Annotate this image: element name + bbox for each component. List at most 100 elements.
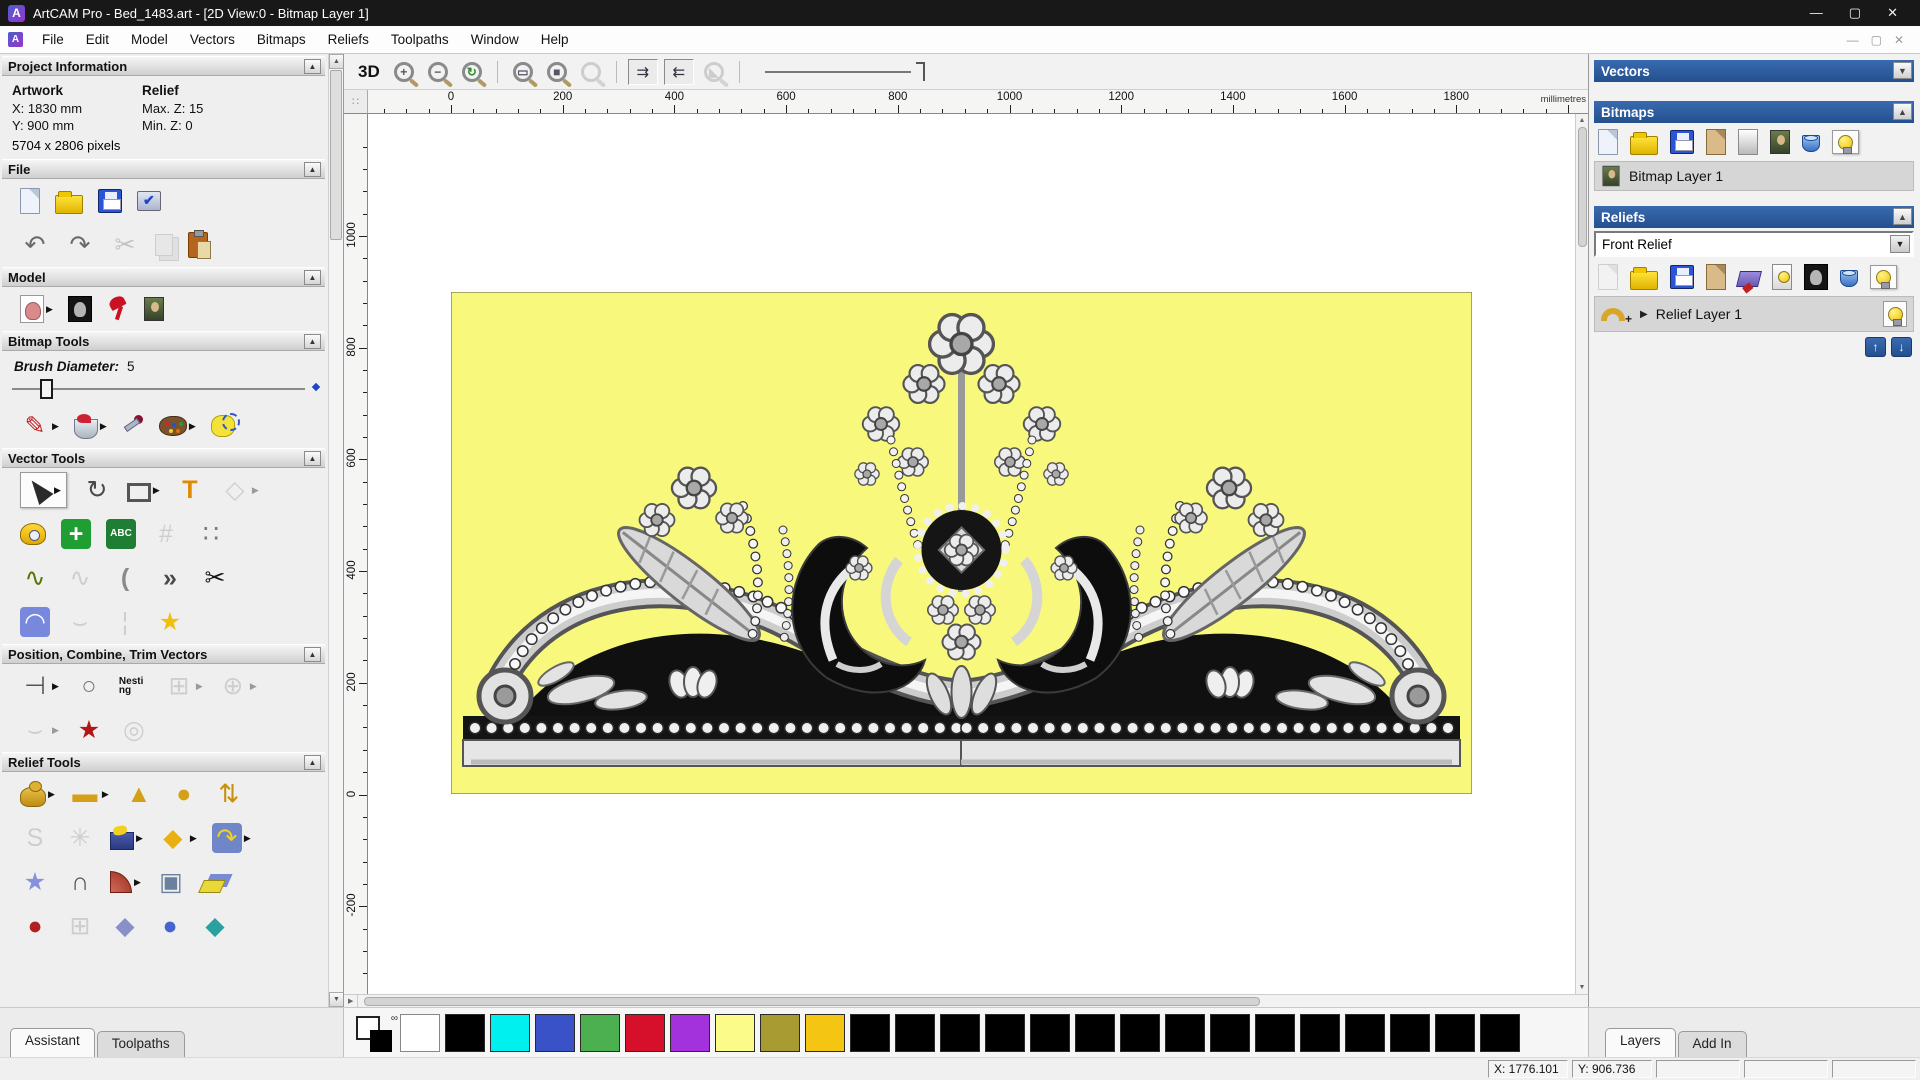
fit-vectors-to-curves[interactable]: ★ <box>74 715 104 745</box>
preview-magnifier[interactable]: ◣ <box>703 61 724 82</box>
maximize-button[interactable]: ▢ <box>1849 5 1861 21</box>
colour-swatch[interactable] <box>1390 1013 1430 1052</box>
paste-in-centre[interactable]: + <box>61 519 91 550</box>
colour-swatch[interactable] <box>1030 1013 1070 1052</box>
save-relief-layer[interactable] <box>1670 265 1694 289</box>
save-bitmap-layer[interactable] <box>1670 130 1694 154</box>
select-vectors[interactable]: ▶ <box>20 472 67 509</box>
merge-bitmap-layers[interactable] <box>1706 129 1726 155</box>
rollup-button[interactable]: ▲ <box>304 451 321 467</box>
menu-item-edit[interactable]: Edit <box>75 28 120 51</box>
flyout-arrow-icon[interactable]: ▶ <box>136 833 143 844</box>
zoom-in[interactable]: + <box>393 61 414 82</box>
fillet-curves[interactable]: ⌣ <box>65 607 95 637</box>
colour-swatch[interactable] <box>715 1013 755 1052</box>
flyout-arrow-icon[interactable]: ▶ <box>102 789 109 800</box>
relief-layer-stack[interactable] <box>1736 267 1762 287</box>
rollup-button[interactable]: ▲ <box>304 755 321 771</box>
colour-swatch[interactable] <box>535 1013 575 1052</box>
create-arc[interactable]: ( <box>110 563 140 593</box>
undo[interactable]: ↶ <box>20 230 50 260</box>
weld-vectors[interactable]: ⊕ ▶ <box>218 671 256 701</box>
flyout-arrow-icon[interactable]: ▶ <box>52 421 59 432</box>
envelope-distort[interactable]: # <box>151 519 181 549</box>
add-bitmap-layer[interactable] <box>1770 130 1790 154</box>
star-relief[interactable]: ★ <box>20 867 50 897</box>
tab-layers[interactable]: Layers <box>1605 1028 1676 1057</box>
measure-tool[interactable] <box>20 523 46 546</box>
mirror-vectors[interactable]: » <box>155 563 185 593</box>
expand-relief-layer-icon[interactable]: ▶ <box>1640 309 1648 320</box>
menu-item-reliefs[interactable]: Reliefs <box>317 28 380 51</box>
zero-plane[interactable]: ▬ ▶ <box>70 779 109 809</box>
move-layer-up-button[interactable]: ↑ <box>1865 337 1886 357</box>
collapse-bitmaps-button[interactable]: ▲ <box>1893 103 1912 120</box>
paste[interactable] <box>188 230 211 260</box>
create-polyline[interactable]: ∿ <box>20 563 50 593</box>
new-model[interactable] <box>20 188 40 215</box>
paste-along-curve[interactable]: ∷ <box>196 519 226 549</box>
blue-relief-tool[interactable]: ◆ <box>110 911 140 941</box>
assistant-scrollbar[interactable]: ▲ ▼ <box>328 54 343 1007</box>
text-on-curve[interactable]: ○ <box>74 671 104 701</box>
scroll-thumb[interactable] <box>1577 127 1587 247</box>
add-bridge[interactable]: ∩ <box>65 867 95 897</box>
vector-doctor[interactable]: ✂ <box>200 563 230 593</box>
create-rectangle[interactable]: ▶ <box>126 479 160 502</box>
sculpting[interactable]: S <box>20 823 50 853</box>
lighting-setup[interactable] <box>107 296 129 322</box>
flyout-arrow-icon[interactable]: ▶ <box>48 789 55 800</box>
flyout-arrow-icon[interactable]: ▶ <box>153 485 160 496</box>
menu-item-file[interactable]: File <box>31 28 75 51</box>
rollup-button[interactable]: ▲ <box>304 59 321 74</box>
emboss-relief[interactable]: ▣ <box>156 867 186 897</box>
red-relief-tool[interactable]: ● <box>20 911 50 941</box>
zoom-slider[interactable] <box>764 60 925 84</box>
slider-handle[interactable] <box>40 379 53 400</box>
colour-swatch[interactable] <box>490 1013 530 1052</box>
text-in-a-box[interactable]: ABC <box>106 519 136 550</box>
relief-preview[interactable] <box>1772 264 1792 290</box>
scroll-up-arrow[interactable]: ▲ <box>1579 114 1586 127</box>
zoom-selected[interactable] <box>580 61 601 82</box>
free-sketch[interactable]: ∿ <box>65 563 95 593</box>
offset-relief[interactable]: ▶ <box>110 826 143 851</box>
colour-swatch[interactable] <box>1255 1013 1295 1052</box>
join-vectors[interactable]: ⌣ ▶ <box>20 715 59 745</box>
colour-swatch[interactable] <box>1120 1013 1160 1052</box>
flyout-arrow-icon[interactable]: ▶ <box>46 304 53 315</box>
copy-vectors-to-bitmap[interactable]: ⇇ <box>663 58 694 85</box>
primary-secondary-colours[interactable]: ∞ <box>354 1013 400 1053</box>
colour-swatch[interactable] <box>805 1013 845 1052</box>
model-options[interactable] <box>137 191 161 212</box>
colour-swatch[interactable] <box>670 1013 710 1052</box>
colour-swatch[interactable] <box>580 1013 620 1052</box>
flyout-arrow-icon[interactable]: ▶ <box>134 877 141 888</box>
menu-item-help[interactable]: Help <box>530 28 580 51</box>
tab-toolpaths[interactable]: Toolpaths <box>96 1031 185 1057</box>
copy-bitmap-to-vectors[interactable]: ⇉ <box>627 58 658 85</box>
shape-editor[interactable]: ◆ ▶ <box>158 823 197 853</box>
colour-swatch[interactable] <box>895 1013 935 1052</box>
delete-bitmap-layer[interactable] <box>1802 132 1820 152</box>
create-text[interactable]: T <box>175 475 205 505</box>
colour-swatch[interactable] <box>1480 1013 1520 1052</box>
scroll-thumb[interactable] <box>364 996 1261 1006</box>
colour-swatch[interactable] <box>850 1013 890 1052</box>
zoom-slider-handle[interactable] <box>915 61 925 81</box>
open-bitmap-layer[interactable] <box>1630 130 1658 155</box>
vertical-scrollbar[interactable]: ▲ ▼ <box>1575 114 1588 994</box>
greyscale-preview[interactable] <box>1804 264 1828 290</box>
new-relief-layer[interactable] <box>1598 264 1618 290</box>
scroll-down-arrow[interactable]: ▼ <box>1579 981 1586 994</box>
horizontal-scrollbar[interactable]: ▶ <box>344 994 1588 1007</box>
nesting[interactable]: Nesting <box>119 671 149 701</box>
vectors-panel-header[interactable]: Vectors ▼ <box>1594 60 1914 82</box>
rollup-button[interactable]: ▲ <box>304 162 321 178</box>
zoom-out[interactable]: − <box>427 61 448 82</box>
node-editing[interactable]: ¦ <box>110 607 140 637</box>
align-vectors[interactable]: ⊣ ▶ <box>20 671 59 701</box>
secondary-colour-swatch[interactable] <box>370 1029 392 1052</box>
bitmap-layer-item[interactable]: Bitmap Layer 1 <box>1594 161 1914 191</box>
toggle-relief-visibility[interactable] <box>1870 265 1897 289</box>
